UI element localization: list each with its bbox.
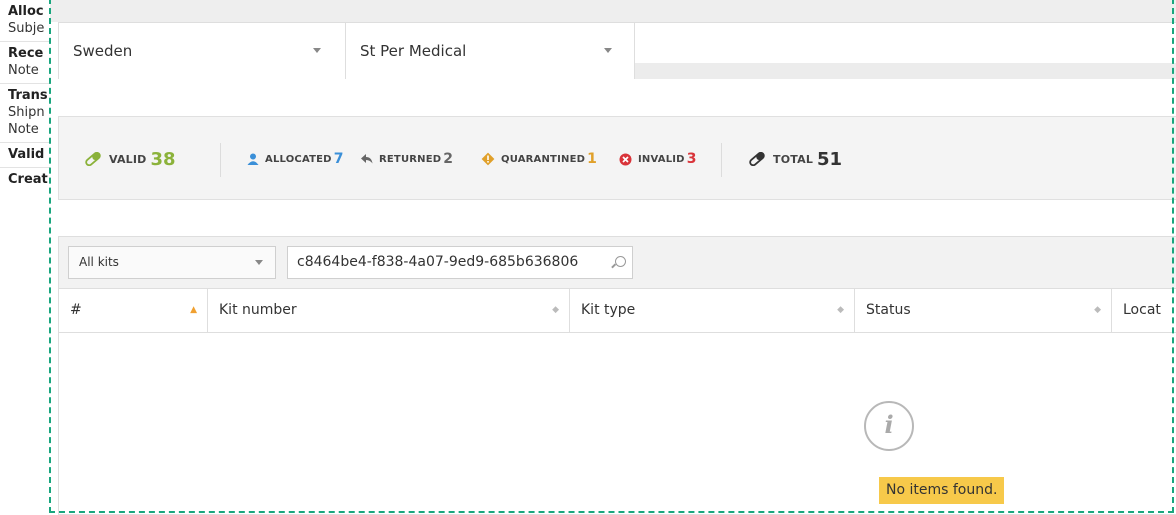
- sidebar-field: Shipn: [8, 105, 45, 120]
- kits-panel: Sweden St Per Medical VALID 38 ALLOCATED…: [50, 0, 1176, 515]
- kits-table-panel: All kits c8464be4-f838-4a07-9ed9-685b636…: [58, 236, 1176, 515]
- stat-valid-label: VALID: [109, 152, 147, 166]
- column-header-label: Status: [866, 302, 911, 318]
- column-header-kit-number[interactable]: Kit number ◆: [208, 289, 570, 332]
- info-icon: i: [864, 401, 914, 451]
- table-toolbar: All kits c8464be4-f838-4a07-9ed9-685b636…: [59, 237, 1176, 289]
- sidebar-field: Subje: [8, 21, 45, 36]
- site-select[interactable]: St Per Medical: [346, 23, 635, 79]
- column-header-label: Kit number: [219, 302, 297, 318]
- stat-returned-label: RETURNED: [379, 153, 442, 165]
- stat-allocated-count: 7: [333, 151, 344, 167]
- stat-invalid-count: 3: [686, 151, 697, 167]
- stat-allocated: ALLOCATED 7: [247, 117, 343, 201]
- sidebar-group-transfer: Trans Shipn Note: [0, 84, 50, 143]
- sidebar-title: Creat: [8, 172, 48, 187]
- stat-total-label: TOTAL: [773, 152, 814, 166]
- sort-icon: ▲: [190, 305, 197, 315]
- warning-diamond-icon: [481, 152, 495, 166]
- kit-filter-select[interactable]: All kits: [68, 246, 276, 279]
- empty-state-message: No items found.: [879, 477, 1005, 504]
- search-icon: [615, 256, 626, 267]
- country-select-value: Sweden: [73, 42, 133, 60]
- stat-allocated-label: ALLOCATED: [265, 153, 332, 165]
- divider: [721, 143, 722, 177]
- column-header-kit-type[interactable]: Kit type ◆: [570, 289, 855, 332]
- location-selectors: Sweden St Per Medical: [58, 22, 1176, 79]
- stat-valid: VALID 38: [83, 117, 176, 201]
- sidebar-field: Note: [8, 122, 39, 137]
- sort-icon: ◆: [837, 305, 844, 315]
- kit-filter-value: All kits: [79, 255, 119, 269]
- search-input[interactable]: c8464be4-f838-4a07-9ed9-685b636806: [287, 246, 633, 279]
- pill-icon: [85, 152, 101, 166]
- column-header-label: #: [70, 302, 82, 318]
- column-header-index[interactable]: # ▲: [59, 289, 208, 332]
- sidebar-title: Rece: [8, 46, 44, 61]
- column-header-location[interactable]: Locat: [1112, 289, 1176, 332]
- sidebar-field: Note: [8, 63, 39, 78]
- sidebar-title: Valid: [8, 147, 45, 162]
- country-select[interactable]: Sweden: [59, 23, 346, 79]
- column-header-status[interactable]: Status ◆: [855, 289, 1112, 332]
- stat-quarantined-count: 1: [587, 151, 597, 167]
- column-header-label: Kit type: [581, 302, 636, 318]
- stat-total: TOTAL 51: [747, 117, 842, 201]
- pill-icon: [749, 152, 765, 166]
- reply-arrow-icon: [361, 154, 373, 164]
- stat-invalid: INVALID 3: [619, 117, 696, 201]
- search-input-value: c8464be4-f838-4a07-9ed9-685b636806: [297, 254, 579, 270]
- person-icon: [247, 153, 259, 165]
- error-x-icon: [619, 153, 632, 165]
- selector-filler-band: [635, 63, 1176, 79]
- column-header-label: Locat: [1123, 302, 1161, 318]
- stat-returned-count: 2: [443, 151, 454, 167]
- stat-invalid-label: INVALID: [638, 153, 685, 165]
- selector-filler: [635, 23, 1176, 63]
- divider: [220, 143, 221, 177]
- site-select-value: St Per Medical: [360, 42, 467, 60]
- table-header: # ▲ Kit number ◆ Kit type ◆ Status ◆ Loc…: [59, 289, 1176, 333]
- kit-status-summary: VALID 38 ALLOCATED 7 RETURNED 2 QUARANTI…: [58, 116, 1176, 200]
- top-band: [50, 0, 1176, 22]
- stat-valid-count: 38: [150, 148, 176, 170]
- sort-icon: ◆: [552, 305, 559, 315]
- stat-returned: RETURNED 2: [361, 117, 453, 201]
- sidebar-title: Alloc: [8, 4, 44, 19]
- sidebar-group-created: Creat: [0, 168, 50, 192]
- sidebar-group-allocation: Alloc Subje: [0, 0, 50, 42]
- sort-icon: ◆: [1094, 305, 1101, 315]
- chevron-down-icon: [313, 48, 321, 53]
- stat-total-count: 51: [817, 148, 843, 170]
- sidebar-group-valid: Valid: [0, 143, 50, 168]
- sidebar-title: Trans: [8, 88, 48, 103]
- stat-quarantined-label: QUARANTINED: [501, 153, 586, 165]
- chevron-down-icon: [255, 260, 263, 265]
- details-sidebar: Alloc Subje Rece Note Trans Shipn Note V…: [0, 0, 50, 515]
- chevron-down-icon: [604, 48, 612, 53]
- sidebar-group-received: Rece Note: [0, 42, 50, 84]
- stat-quarantined: QUARANTINED 1: [481, 117, 597, 201]
